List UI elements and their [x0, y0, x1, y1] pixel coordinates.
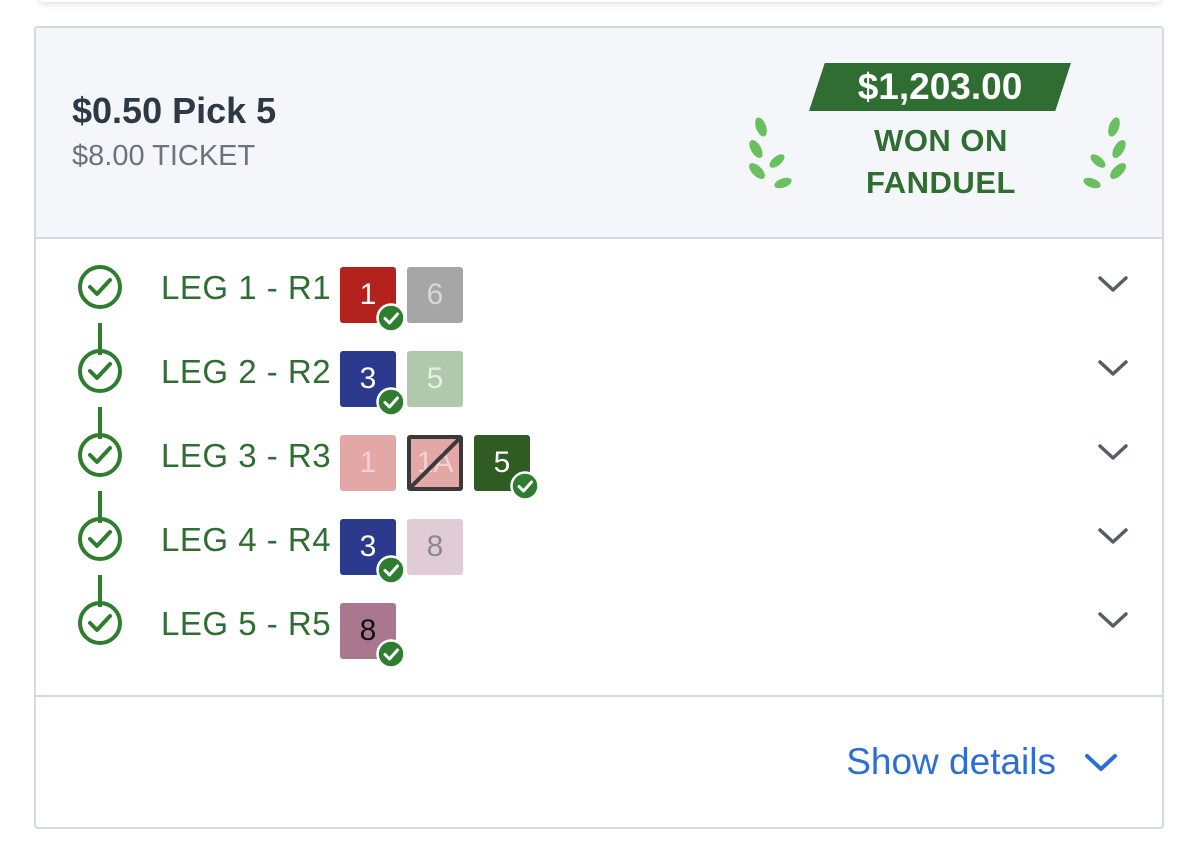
leg-row[interactable]: LEG 2 - R2 3 5 — [36, 329, 1162, 417]
runner: 6 — [407, 267, 463, 323]
win-caption-line2: FANDUEL — [866, 165, 1016, 200]
winning-runner: 1 — [340, 267, 406, 333]
check-circle-icon — [78, 265, 122, 309]
runner-number: 1 — [359, 446, 377, 479]
laurel-right-icon — [1083, 117, 1126, 189]
runner-number: 1 — [359, 278, 377, 311]
winning-runner: 3 — [340, 351, 406, 417]
scratch-line — [411, 439, 459, 487]
show-details-label: Show details — [846, 741, 1056, 782]
ticket-card: $0.50 Pick 5 $8.00 TICKET $1,203.00 WON … — [34, 26, 1164, 829]
runner-number: 8 — [426, 530, 444, 563]
check-circle-icon — [78, 601, 122, 645]
runner-number: 3 — [359, 530, 377, 563]
leg-label: LEG 4 - R4 — [161, 521, 332, 558]
leg-label: LEG 2 - R2 — [161, 353, 332, 390]
runner-number: 3 — [359, 362, 377, 395]
check-badge-icon — [510, 471, 540, 501]
ticket-footer: Show details — [36, 695, 1162, 827]
winning-runner: 5 — [474, 435, 540, 501]
chevron-down-icon[interactable] — [1096, 273, 1130, 295]
chevron-down-icon[interactable] — [1096, 525, 1130, 547]
winning-runner: 3 — [340, 519, 406, 585]
check-badge-icon — [376, 303, 406, 333]
leg-row[interactable]: LEG 4 - R4 3 8 — [36, 497, 1162, 585]
check-badge-icon — [376, 387, 406, 417]
check-circle-icon — [78, 517, 122, 561]
check-badge-icon — [376, 639, 406, 669]
laurel-left-icon — [749, 117, 792, 189]
show-details-button[interactable]: Show details — [846, 741, 1118, 783]
leg-row[interactable]: LEG 3 - R3 1 1A 5 — [36, 413, 1162, 501]
win-caption-line1: WON ON — [874, 123, 1008, 158]
previous-card-edge — [38, 0, 1162, 2]
check-circle-icon — [78, 433, 122, 477]
runner-number: 6 — [426, 278, 444, 311]
chevron-down-icon[interactable] — [1096, 609, 1130, 631]
leg-label: LEG 1 - R1 — [161, 269, 332, 306]
runner: 5 — [407, 351, 463, 407]
leg-label: LEG 3 - R3 — [161, 437, 332, 474]
chevron-down-icon — [1085, 754, 1117, 771]
scratched-runner: 1A — [407, 435, 463, 491]
leg-row[interactable]: LEG 1 - R1 1 6 — [36, 245, 1162, 333]
runner-number: 5 — [426, 362, 444, 395]
runner: 8 — [407, 519, 463, 575]
check-badge-icon — [376, 555, 406, 585]
legs-list: LEG 1 - R116LEG 2 - R235LEG 3 - R311A5LE… — [36, 239, 1162, 695]
runner-number: 8 — [359, 614, 377, 647]
check-circle-icon — [78, 349, 122, 393]
ticket-cost: $8.00 TICKET — [72, 140, 256, 172]
ticket-title: $0.50 Pick 5 — [72, 90, 277, 131]
runner: 1 — [340, 435, 396, 491]
leg-label: LEG 5 - R5 — [161, 605, 332, 642]
leg-row[interactable]: LEG 5 - R5 8 — [36, 581, 1162, 669]
chevron-down-icon[interactable] — [1096, 357, 1130, 379]
ticket-header: $0.50 Pick 5 $8.00 TICKET $1,203.00 WON … — [36, 28, 1162, 239]
chevron-down-icon[interactable] — [1096, 441, 1130, 463]
winning-runner: 8 — [340, 603, 406, 669]
win-amount-banner: $1,203.00 — [809, 63, 1071, 111]
win-caption: WON ON FANDUEL — [826, 120, 1056, 204]
runner-number: 5 — [493, 446, 511, 479]
